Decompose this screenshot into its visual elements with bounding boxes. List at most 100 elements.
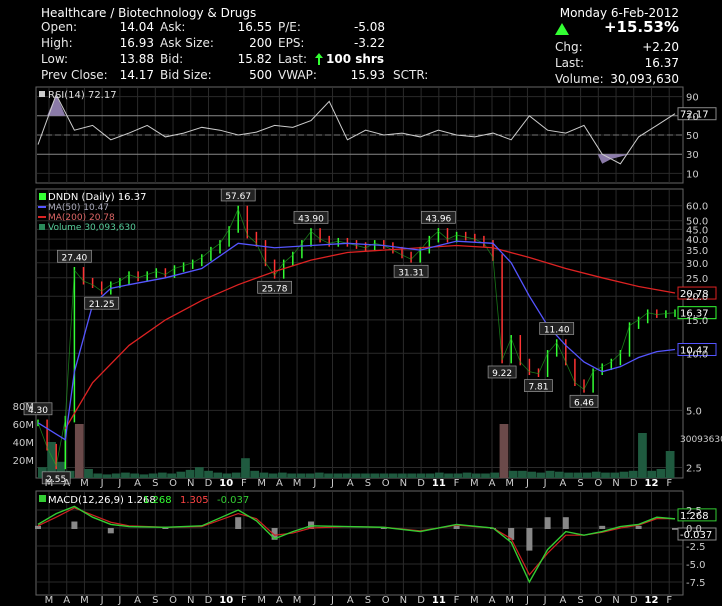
x-axis-label: M	[505, 478, 514, 489]
volume-bar	[241, 458, 250, 478]
x-axis-label-bottom: A	[489, 595, 496, 606]
x-axis-label: N	[400, 478, 407, 489]
x-axis-label-bottom: M	[505, 595, 514, 606]
price-annotation: 43.90	[298, 214, 324, 224]
x-axis-label-bottom: D	[630, 595, 638, 606]
x-axis-label-bottom: M	[257, 595, 266, 606]
x-axis-label-bottom: M	[293, 595, 302, 606]
volume-bar	[176, 471, 186, 478]
macd-histogram-bar	[107, 528, 114, 534]
x-axis-label: D	[630, 478, 638, 489]
macd-tick-label: -2.5	[686, 542, 706, 553]
price-annotation: 57.67	[225, 192, 251, 202]
stock-chart: 72.17 4.302.5527.4021.2557.6725.7843.903…	[13, 86, 722, 606]
rsi-legend-text: RSI(14) 72.17	[48, 90, 117, 101]
volume-bar	[333, 473, 343, 478]
volume-bar	[582, 472, 592, 478]
volume-bar	[518, 470, 527, 478]
price-tick-label: 10.0	[686, 349, 708, 360]
x-axis-label: D	[205, 478, 213, 489]
price-annotation: 21.25	[89, 300, 115, 310]
x-axis-label: M	[470, 478, 479, 489]
volume-bar	[499, 424, 509, 478]
x-axis-label-bottom: S	[577, 595, 583, 606]
x-axis-label-bottom: O	[594, 595, 602, 606]
volume-bar	[121, 472, 130, 478]
price-tick-label: 2.5	[686, 463, 702, 474]
x-axis-label: O	[382, 478, 390, 489]
macd-histogram-bar	[672, 528, 678, 530]
x-axis-label-bottom: 11	[432, 595, 446, 606]
x-axis-label-bottom: F	[241, 595, 247, 606]
legend-hist-value: -0.037	[217, 495, 249, 506]
macd-histogram-bar	[526, 528, 533, 551]
macd-histogram-bar	[562, 517, 569, 529]
x-axis-label: F	[241, 478, 247, 489]
x-axis-label: J	[117, 478, 121, 489]
volume-last-value: 30093630	[680, 435, 722, 445]
x-axis-label-bottom: A	[276, 595, 283, 606]
x-axis-label: D	[417, 478, 425, 489]
x-axis-label-bottom: M	[45, 595, 54, 606]
price-tick-label: 40.0	[686, 235, 708, 246]
x-axis-label-bottom: J	[330, 595, 334, 606]
x-axis-label: J	[312, 478, 316, 489]
x-axis-label: F	[666, 478, 672, 489]
x-axis-label: A	[347, 478, 354, 489]
x-axis-label-bottom: J	[117, 595, 121, 606]
price-tick-label: 60.0	[686, 202, 708, 213]
x-axis-label: 11	[432, 478, 446, 489]
x-axis-label-bottom: D	[205, 595, 213, 606]
x-axis-label-bottom: A	[63, 595, 70, 606]
rsi-tick-label: 70	[686, 112, 699, 123]
volume-bar	[656, 469, 666, 478]
volume-bar	[194, 467, 204, 478]
x-axis-label-bottom: N	[187, 595, 194, 606]
x-axis-label: A	[63, 478, 70, 489]
volume-bar	[407, 473, 417, 478]
price-annotation: 25.78	[262, 284, 288, 294]
rsi-tick-label: 30	[686, 150, 699, 161]
x-axis-label-bottom: O	[169, 595, 177, 606]
price-annotation: 11.40	[544, 325, 570, 335]
price-annotation: 43.96	[426, 214, 452, 224]
price-annotation: 7.81	[528, 383, 548, 393]
price-tick-label: 30.0	[686, 259, 708, 270]
volume-tick-label: 40M	[13, 438, 34, 449]
price-annotation: 27.40	[62, 253, 88, 263]
volume-bar	[619, 471, 629, 478]
price-tick-label: 20.0	[686, 292, 708, 303]
volume-bar	[74, 424, 84, 478]
x-axis-label-bottom: F	[666, 595, 672, 606]
x-axis-label: J	[330, 478, 334, 489]
volume-bar	[370, 473, 380, 478]
macd-legend: MACD(12,26,9) 1.268 1.268 1.305 -0.037	[39, 495, 249, 506]
legend-signal-value: 1.305	[180, 495, 209, 506]
x-axis-label: S	[365, 478, 371, 489]
x-axis-label: N	[187, 478, 194, 489]
rsi-tick-label: 90	[686, 93, 699, 104]
price-tick-label: 15.0	[686, 316, 708, 327]
macd-histogram-bar	[544, 517, 551, 529]
macd-histogram-bar	[35, 525, 41, 529]
x-axis-label: A	[489, 478, 496, 489]
volume-bar	[545, 470, 555, 478]
macd-histogram-bar	[599, 525, 606, 529]
legend-macd-value: 1.268	[143, 495, 172, 506]
volume-bar	[601, 472, 610, 478]
volume-bar	[231, 472, 241, 478]
x-axis-label: 12	[645, 478, 659, 489]
volume-bar	[665, 451, 675, 478]
legend-volume: Volume 30,093,630	[48, 223, 136, 233]
x-axis-label-bottom: F	[454, 595, 460, 606]
macd-histogram-bar	[235, 517, 242, 529]
macd-panel	[35, 490, 684, 596]
x-axis-label: J	[543, 478, 547, 489]
volume-bar	[638, 433, 647, 478]
macd-tick-label: 0.0	[686, 524, 702, 535]
x-axis-label-bottom: J	[312, 595, 316, 606]
x-axis-label-bottom: A	[559, 595, 566, 606]
volume-bar	[84, 469, 93, 478]
x-axis-label: A	[559, 478, 566, 489]
x-axis-label-bottom: N	[612, 595, 619, 606]
